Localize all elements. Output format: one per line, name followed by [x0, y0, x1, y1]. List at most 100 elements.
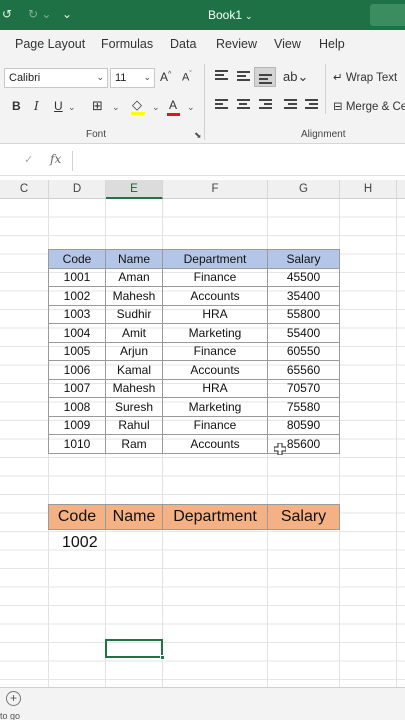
- check-icon[interactable]: ✓: [24, 153, 33, 166]
- cell-name[interactable]: Sudhir: [105, 304, 163, 324]
- tab-review[interactable]: Review: [216, 37, 257, 51]
- cell-salary[interactable]: 55400: [267, 323, 340, 343]
- cell-name[interactable]: Kamal: [105, 360, 163, 380]
- cell-name[interactable]: Mahesh: [105, 286, 163, 306]
- lookup-header-department[interactable]: Department: [162, 504, 268, 530]
- middle-align-icon[interactable]: [237, 71, 250, 83]
- cell-name[interactable]: Ram: [105, 434, 163, 454]
- tab-data[interactable]: Data: [170, 37, 196, 51]
- cell-salary[interactable]: 35400: [267, 286, 340, 306]
- table-row: 1002 Mahesh Accounts 35400: [48, 286, 340, 306]
- cell-department[interactable]: HRA: [162, 378, 268, 398]
- align-right-icon[interactable]: [259, 99, 272, 111]
- chevron-down-icon[interactable]: ⌄: [187, 102, 195, 113]
- column-header-h[interactable]: H: [340, 180, 397, 199]
- cell-salary[interactable]: 70570: [267, 378, 340, 398]
- column-header-f[interactable]: F: [163, 180, 268, 199]
- italic-button[interactable]: I: [34, 99, 39, 113]
- font-dialog-launcher-icon[interactable]: ⬊: [194, 130, 202, 141]
- add-sheet-icon[interactable]: +: [6, 691, 21, 706]
- cell-department[interactable]: Marketing: [162, 397, 268, 417]
- cell-code[interactable]: 1004: [48, 323, 106, 343]
- align-left-icon[interactable]: [215, 99, 228, 111]
- chevron-down-icon: ⌄: [143, 72, 151, 82]
- column-header-e[interactable]: E: [106, 180, 163, 199]
- align-center-icon[interactable]: [237, 99, 250, 111]
- cell-department[interactable]: Marketing: [162, 323, 268, 343]
- cell-department[interactable]: Accounts: [162, 360, 268, 380]
- header-code[interactable]: Code: [48, 249, 106, 269]
- tab-help[interactable]: Help: [319, 37, 345, 51]
- grow-font-button[interactable]: A^: [160, 70, 171, 84]
- insert-function-icon[interactable]: fx: [50, 152, 61, 166]
- cell-salary[interactable]: 45500: [267, 267, 340, 287]
- cell-department[interactable]: Finance: [162, 415, 268, 435]
- cell-name[interactable]: Aman: [105, 267, 163, 287]
- shrink-font-button[interactable]: Aˇ: [182, 71, 192, 84]
- lookup-header-code[interactable]: Code: [48, 504, 106, 530]
- lookup-code-value[interactable]: 1002: [62, 534, 98, 552]
- cell-code[interactable]: 1001: [48, 267, 106, 287]
- active-cell[interactable]: [105, 639, 165, 660]
- cell-department[interactable]: Finance: [162, 267, 268, 287]
- cell-department[interactable]: Accounts: [162, 286, 268, 306]
- cell-name[interactable]: Amit: [105, 323, 163, 343]
- header-department[interactable]: Department: [162, 249, 268, 269]
- header-salary[interactable]: Salary: [267, 249, 340, 269]
- orientation-icon[interactable]: ab⌄: [283, 69, 308, 85]
- column-header-g[interactable]: G: [268, 180, 340, 199]
- cell-name[interactable]: Arjun: [105, 341, 163, 361]
- cell-code[interactable]: 1005: [48, 341, 106, 361]
- column-header-d[interactable]: D: [49, 180, 106, 199]
- wrap-text-button[interactable]: ↵ Wrap Text: [333, 70, 397, 84]
- lookup-header-salary[interactable]: Salary: [267, 504, 340, 530]
- tab-view[interactable]: View: [274, 37, 301, 51]
- increase-indent-icon[interactable]: [305, 99, 318, 111]
- font-size-combo[interactable]: 11 ⌄: [110, 68, 155, 88]
- undo-icon[interactable]: ↺: [2, 7, 12, 21]
- cell-code[interactable]: 1010: [48, 434, 106, 454]
- font-color-button[interactable]: A: [167, 98, 180, 116]
- redo-icon[interactable]: ↻ ⌄: [28, 7, 51, 21]
- font-name-combo[interactable]: Calibri ⌄: [4, 68, 108, 88]
- column-headers: C D E F G H: [0, 180, 405, 199]
- chevron-down-icon[interactable]: ⌄: [112, 102, 120, 113]
- underline-button[interactable]: U: [54, 99, 63, 113]
- cell-salary[interactable]: 65560: [267, 360, 340, 380]
- cell-code[interactable]: 1003: [48, 304, 106, 324]
- fill-handle[interactable]: [160, 655, 165, 660]
- chevron-down-icon[interactable]: ⌄: [68, 102, 76, 113]
- top-align-icon[interactable]: [215, 70, 228, 82]
- column-header-c[interactable]: C: [0, 180, 49, 199]
- cell-department[interactable]: Finance: [162, 341, 268, 361]
- cell-salary[interactable]: 60550: [267, 341, 340, 361]
- cell-code[interactable]: 1007: [48, 378, 106, 398]
- cell-salary[interactable]: 80590: [267, 415, 340, 435]
- lookup-header-name[interactable]: Name: [105, 504, 163, 530]
- cell-code[interactable]: 1008: [48, 397, 106, 417]
- cell-salary[interactable]: 55800: [267, 304, 340, 324]
- cell-department[interactable]: HRA: [162, 304, 268, 324]
- cell-name[interactable]: Rahul: [105, 415, 163, 435]
- header-name[interactable]: Name: [105, 249, 163, 269]
- cell-name[interactable]: Mahesh: [105, 378, 163, 398]
- cell-department[interactable]: Accounts: [162, 434, 268, 454]
- cell-code[interactable]: 1006: [48, 360, 106, 380]
- search-box[interactable]: [370, 4, 405, 26]
- bold-button[interactable]: B: [12, 99, 21, 113]
- cell-salary[interactable]: 75580: [267, 397, 340, 417]
- tab-formulas[interactable]: Formulas: [101, 37, 153, 51]
- customize-quick-access-icon[interactable]: ⌄: [62, 7, 72, 21]
- table-row: 1009 Rahul Finance 80590: [48, 415, 340, 435]
- decrease-indent-icon[interactable]: [284, 99, 297, 111]
- cell-name[interactable]: Suresh: [105, 397, 163, 417]
- borders-icon[interactable]: ⊞: [92, 98, 103, 114]
- cell-code[interactable]: 1009: [48, 415, 106, 435]
- merge-icon: ⊟: [333, 101, 343, 113]
- cell-code[interactable]: 1002: [48, 286, 106, 306]
- tab-page-layout[interactable]: Page Layout: [15, 37, 85, 51]
- merge-center-button[interactable]: ⊟ Merge & Ce: [333, 99, 405, 113]
- workbook-title[interactable]: Book1 ⌄: [208, 8, 253, 22]
- fill-color-icon[interactable]: ◇: [131, 97, 145, 115]
- chevron-down-icon[interactable]: ⌄: [152, 102, 160, 113]
